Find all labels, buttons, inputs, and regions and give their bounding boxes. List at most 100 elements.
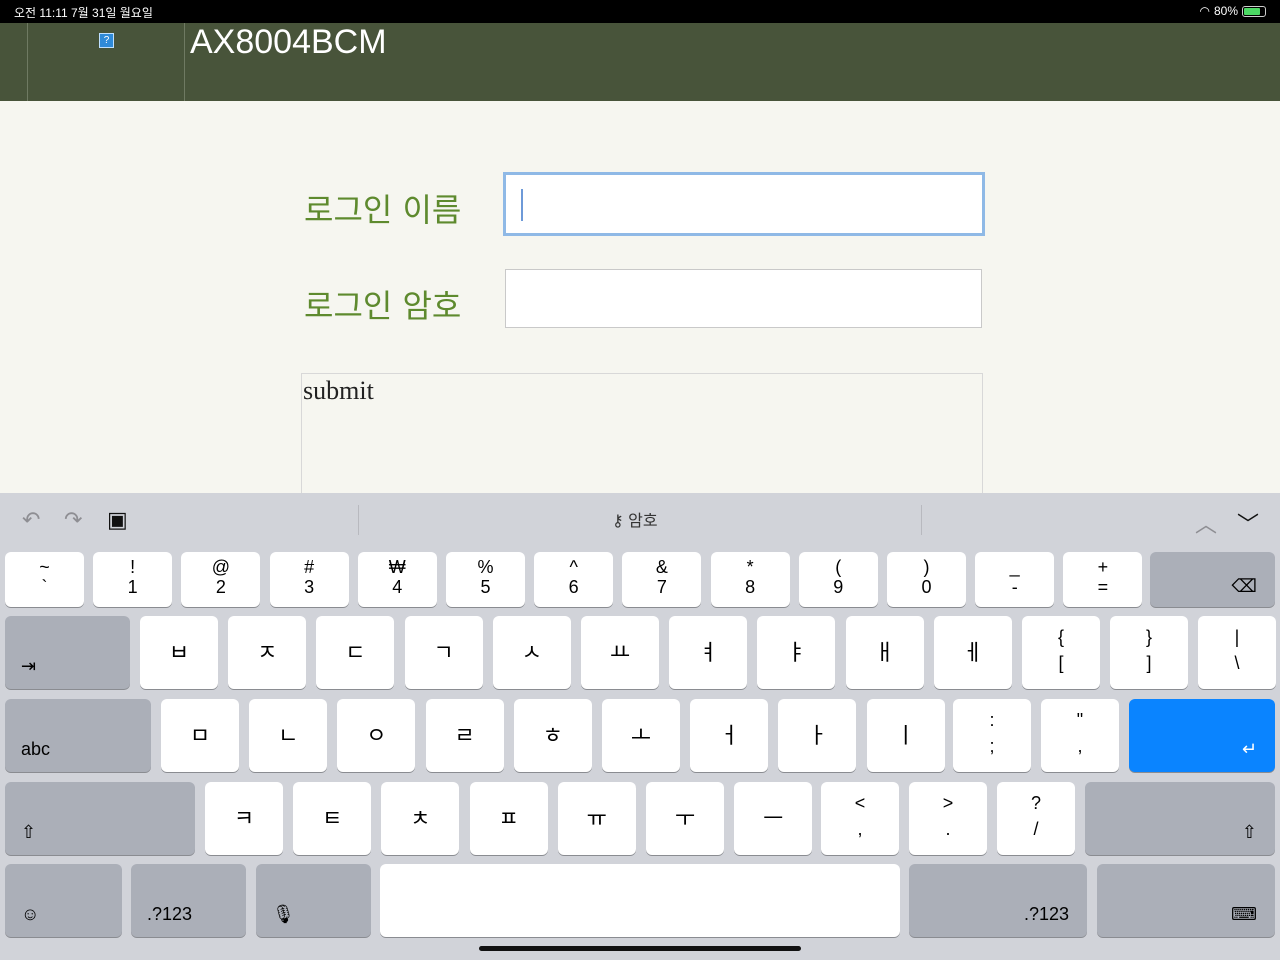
undo-icon[interactable]: ↶ — [22, 507, 40, 533]
key-ㅇ[interactable]: ㅇ — [337, 699, 416, 772]
header-divider — [27, 23, 28, 101]
key-ㅂ[interactable]: ㅂ — [140, 616, 218, 689]
redo-icon[interactable]: ↷ — [64, 507, 82, 533]
clipboard-icon[interactable]: ▣ — [107, 507, 128, 533]
abc-key[interactable]: abc — [5, 699, 151, 772]
key-8[interactable]: * 8 — [710, 552, 790, 607]
key-label: ㅍ — [498, 806, 519, 831]
page-title: AX8004BCM — [190, 23, 387, 61]
key-lower: . — [945, 819, 951, 839]
key-label: ㅂ — [168, 640, 190, 665]
key-label: ㅣ — [895, 723, 916, 748]
key-ㅏ[interactable]: ㅏ — [778, 699, 857, 772]
key-2[interactable]: @2 — [181, 552, 261, 607]
on-screen-keyboard: ↶ ↷ ▣ ⚷ 암호 ︿ ﹀ ~ `! 1 @2 #3 ₩4% 5 ^ 6 & 7 * 8(9) 0 _ - +… — [0, 493, 1280, 960]
key-ㅓ[interactable]: ㅓ — [690, 699, 769, 772]
username-field[interactable] — [503, 172, 985, 236]
hide-keyboard-key[interactable]: ⌨ — [1097, 864, 1275, 937]
chevron-up-icon[interactable]: ︿ — [1195, 507, 1217, 539]
key-label: ㅎ — [542, 723, 563, 748]
home-indicator — [479, 946, 801, 951]
key-1[interactable]: ! 1 — [93, 552, 173, 607]
key-lower: 8 — [745, 577, 756, 597]
key-`[interactable]: ~ ` — [5, 552, 84, 607]
key--[interactable]: _ - — [975, 552, 1055, 607]
key-ㅊ[interactable]: ㅊ — [381, 782, 460, 855]
submit-button[interactable]: submit — [301, 373, 983, 497]
key-7[interactable]: & 7 — [622, 552, 702, 607]
numbers-key-right[interactable]: .?123 — [909, 864, 1087, 937]
status-right: ◠ 80% — [1199, 4, 1266, 18]
key-ㅑ[interactable]: ㅑ — [757, 616, 836, 689]
key-3[interactable]: #3 — [269, 552, 349, 607]
key-6[interactable]: ^ 6 — [534, 552, 614, 607]
key-upper: } — [1145, 627, 1152, 647]
key-ㅡ[interactable]: ㅡ — [734, 782, 813, 855]
key-ㅛ[interactable]: ㅛ — [581, 616, 659, 689]
key-sym[interactable]: | \ — [1198, 616, 1276, 689]
key-ㅍ[interactable]: ㅍ — [469, 782, 548, 855]
key-ㅔ[interactable]: ㅔ — [933, 616, 1012, 689]
shift-key-left[interactable]: ⇧ — [5, 782, 195, 855]
key-upper: { — [1057, 627, 1064, 647]
key-label: ㅁ — [189, 723, 211, 748]
return-key[interactable]: ↵ — [1129, 699, 1275, 772]
key-label: ☺ — [21, 904, 40, 924]
shift-key-right[interactable]: ⇧ — [1085, 782, 1275, 855]
key-lower: - — [1011, 577, 1018, 597]
space-key[interactable] — [380, 864, 900, 937]
key-sym[interactable]: <, — [821, 782, 899, 855]
key-ㄴ[interactable]: ㄴ — [249, 699, 328, 772]
password-field[interactable] — [505, 269, 982, 328]
password-label: 로그인 암호 — [304, 287, 462, 325]
key-sym[interactable]: }] — [1110, 616, 1188, 689]
key-ㄷ[interactable]: ㄷ — [316, 616, 395, 689]
key-5[interactable]: % 5 — [446, 552, 525, 607]
key-ㅅ[interactable]: ㅅ — [492, 616, 571, 689]
login-form: 로그인 이름 로그인 암호 submit — [0, 101, 1280, 497]
key-label: ㅗ — [630, 723, 652, 748]
key-sym[interactable]: ? / — [997, 782, 1075, 855]
chevron-down-icon[interactable]: ﹀ — [1237, 507, 1259, 539]
key-label: ㅕ — [698, 640, 719, 665]
dictation-key[interactable]: 🎙 — [256, 864, 371, 937]
password-autofill-button[interactable]: ⚷ 암호 — [612, 507, 658, 531]
key-label: ㅠ — [586, 806, 607, 831]
key-ㄱ[interactable]: ㄱ — [404, 616, 483, 689]
key-lower: 6 — [568, 577, 579, 597]
key-label: ㅓ — [719, 723, 740, 748]
emoji-key[interactable]: ☺ — [5, 864, 122, 937]
key-ㅎ[interactable]: ㅎ — [513, 699, 592, 772]
key-ㅈ[interactable]: ㅈ — [228, 616, 307, 689]
key-sym[interactable]: {[ — [1022, 616, 1100, 689]
key-ㅐ[interactable]: ㅐ — [845, 616, 924, 689]
numbers-key-left[interactable]: .?123 — [131, 864, 246, 937]
key-upper: % — [477, 557, 494, 577]
text-caret — [521, 189, 523, 221]
key-9[interactable]: (9 — [798, 552, 878, 607]
status-bar: 오전 11:11 7월 31일 월요일 ◠ 80% — [0, 0, 1280, 23]
key-upper: + — [1097, 557, 1109, 577]
key-ㅠ[interactable]: ㅠ — [557, 782, 636, 855]
key-sym[interactable]: >. — [909, 782, 987, 855]
key-ㅌ[interactable]: ㅌ — [293, 782, 372, 855]
key-upper: ^ — [569, 557, 578, 577]
help-icon[interactable]: ? — [99, 33, 114, 48]
key-0[interactable]: ) 0 — [887, 552, 966, 607]
key-ㅕ[interactable]: ㅕ — [669, 616, 748, 689]
key-ㅗ[interactable]: ㅗ — [602, 699, 680, 772]
key-sym[interactable]: ", — [1041, 699, 1119, 772]
key-ㅁ[interactable]: ㅁ — [161, 699, 239, 772]
key-lower: 9 — [833, 577, 844, 597]
key-ㅜ[interactable]: ㅜ — [646, 782, 724, 855]
key-upper: ~ — [39, 557, 50, 577]
backspace-key[interactable]: ⌫ — [1150, 552, 1275, 607]
key-label: ⇧ — [21, 822, 37, 842]
key-ㅋ[interactable]: ㅋ — [205, 782, 283, 855]
key-4[interactable]: ₩4 — [357, 552, 437, 607]
tab-key[interactable]: ⇥ — [5, 616, 130, 689]
key-ㄹ[interactable]: ㄹ — [425, 699, 504, 772]
key-=[interactable]: + = — [1063, 552, 1143, 607]
key-ㅣ[interactable]: ㅣ — [866, 699, 945, 772]
key-sym[interactable]: :; — [953, 699, 1031, 772]
